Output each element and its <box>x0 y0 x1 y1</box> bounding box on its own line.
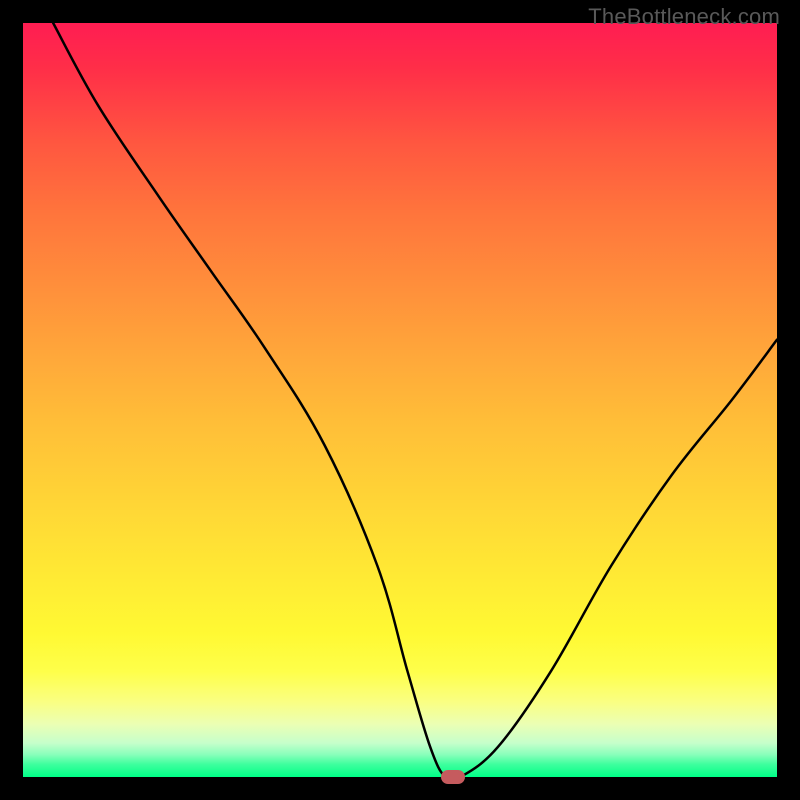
plot-area <box>23 23 777 777</box>
bottleneck-curve <box>23 23 777 777</box>
minimum-marker <box>441 770 465 784</box>
watermark-text: TheBottleneck.com <box>588 4 780 30</box>
